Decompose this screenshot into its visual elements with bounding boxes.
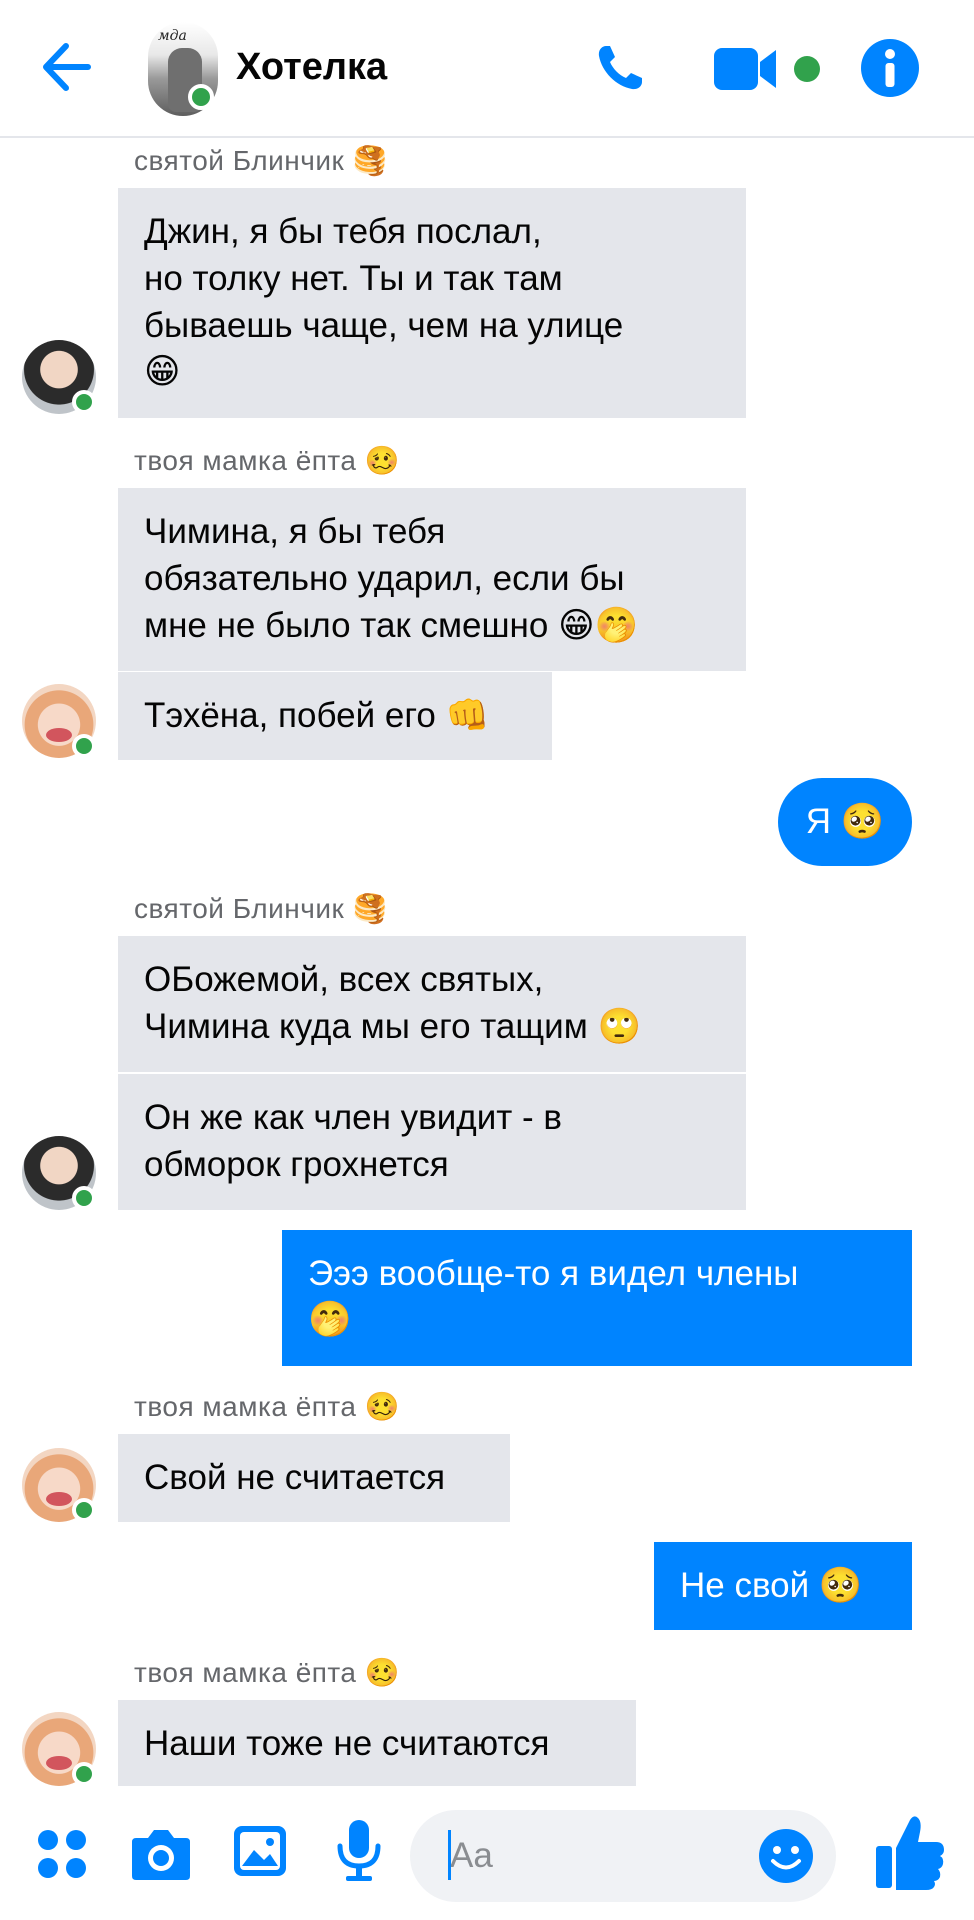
message-bubble-incoming[interactable]: Чимина, я бы тебя обязательно ударил, ес… [118, 488, 746, 671]
online-indicator [72, 734, 96, 758]
avatar-caption: мда [158, 28, 187, 44]
chat-title[interactable]: Хотелка [236, 46, 387, 89]
online-indicator [72, 1498, 96, 1522]
message-list[interactable]: святой Блинчик 🥞 Джин, я бы тебя послал,… [0, 140, 974, 1788]
message-line: Чимина куда мы его тащим 🙄 [144, 1007, 642, 1046]
camera-icon[interactable] [130, 1824, 192, 1882]
text-cursor [448, 1830, 451, 1880]
phone-icon[interactable] [592, 40, 648, 96]
message-line: 😁 [144, 352, 181, 392]
chat-header: мда Хотелка [0, 0, 974, 138]
message-line: но толку нет. Ты и так там [144, 259, 563, 298]
message-bubble-outgoing[interactable]: Эээ вообще-то я видел члены 🤭 [282, 1230, 912, 1366]
emoji-icon[interactable] [758, 1828, 814, 1884]
message-line: Не свой 🥺 [680, 1566, 863, 1605]
sender-name: святой Блинчик 🥞 [134, 145, 388, 176]
message-line: ОБожемой, всех святых, [144, 960, 544, 999]
message-bubble-outgoing[interactable]: Не свой 🥺 [654, 1542, 912, 1630]
sender-name: твоя мамка ёпта 🥴 [134, 1391, 401, 1422]
online-indicator [188, 84, 214, 110]
online-indicator [72, 1762, 96, 1786]
composer-bar [0, 1786, 974, 1920]
message-line: 🤭 [308, 1300, 352, 1340]
sender-name: твоя мамка ёпта 🥴 [134, 445, 401, 476]
message-line: Я 🥺 [805, 802, 885, 841]
message-line: Тэхёна, побей его 👊 [144, 696, 490, 735]
message-line: Свой не считается [144, 1458, 446, 1497]
message-bubble-incoming[interactable]: ОБожемой, всех святых, Чимина куда мы ег… [118, 936, 746, 1072]
message-line: Эээ вообще-то я видел члены [308, 1254, 799, 1293]
message-input[interactable] [450, 1828, 750, 1884]
message-line: мне не было так смешно 😁🤭 [144, 606, 639, 645]
message-line: обязательно ударил, если бы [144, 559, 625, 598]
video-active-dot [794, 56, 820, 82]
message-line: обморок грохнется [144, 1145, 449, 1184]
message-line: Чимина, я бы тебя [144, 512, 446, 551]
like-thumb-icon[interactable] [874, 1812, 946, 1892]
message-bubble-incoming[interactable]: Наши тоже не считаются [118, 1700, 636, 1788]
info-icon[interactable] [860, 38, 920, 98]
apps-icon[interactable] [36, 1828, 88, 1880]
message-line: Он же как член увидит - в [144, 1098, 562, 1137]
sender-name: святой Блинчик 🥞 [134, 893, 388, 924]
message-bubble-outgoing[interactable]: Я 🥺 [778, 778, 912, 866]
sender-name: твоя мамка ёпта 🥴 [134, 1657, 401, 1688]
message-input-container[interactable] [410, 1810, 836, 1902]
online-indicator [72, 1186, 96, 1210]
microphone-icon[interactable] [334, 1818, 384, 1884]
online-indicator [72, 390, 96, 414]
back-arrow-icon[interactable] [36, 38, 94, 96]
message-line: Джин, я бы тебя послал, [144, 212, 542, 251]
message-bubble-incoming[interactable]: Свой не считается [118, 1434, 510, 1522]
message-line: Наши тоже не считаются [144, 1724, 550, 1763]
message-bubble-incoming[interactable]: Он же как член увидит - в обморок грохне… [118, 1074, 746, 1210]
gallery-icon[interactable] [232, 1822, 288, 1880]
message-line: бываешь чаще, чем на улице [144, 306, 624, 345]
video-camera-icon[interactable] [714, 44, 784, 94]
message-bubble-incoming[interactable]: Джин, я бы тебя послал, но толку нет. Ты… [118, 188, 746, 418]
message-bubble-incoming[interactable]: Тэхёна, побей его 👊 [118, 672, 552, 760]
